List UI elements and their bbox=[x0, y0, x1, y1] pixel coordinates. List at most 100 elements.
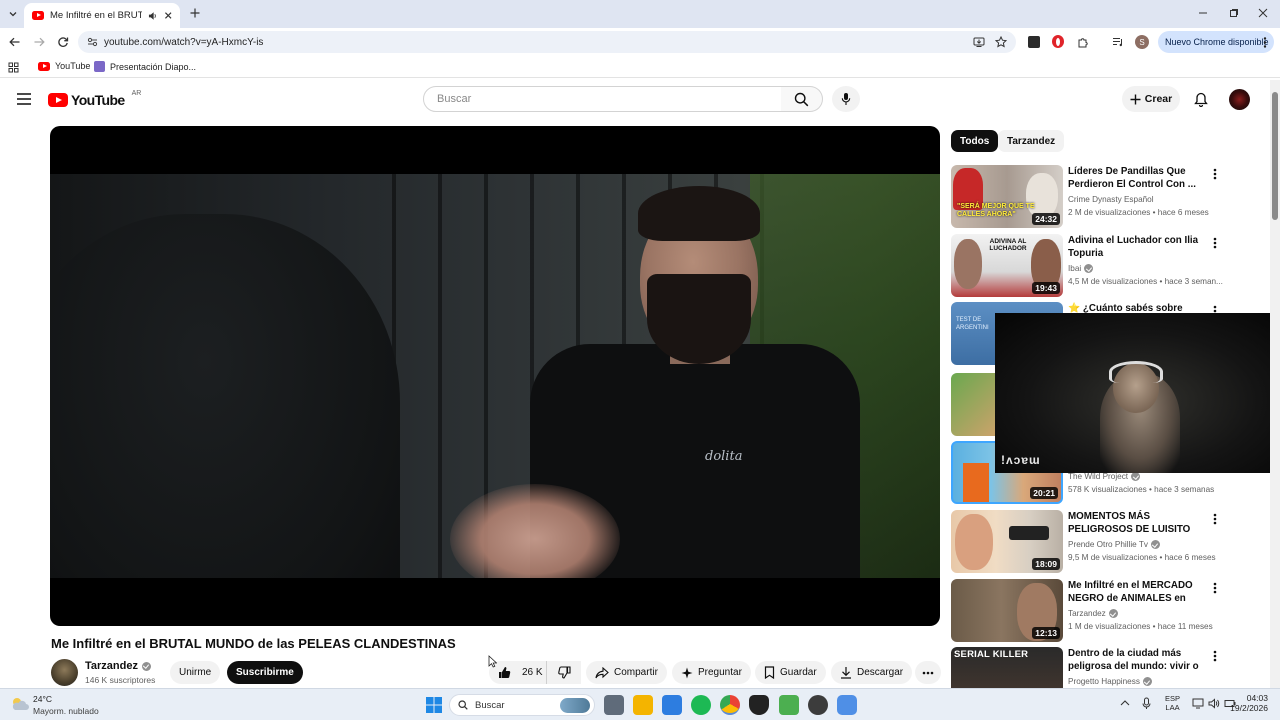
more-vert-icon[interactable] bbox=[1210, 512, 1220, 526]
search-button[interactable] bbox=[781, 86, 823, 112]
minimize-window-icon[interactable] bbox=[1198, 8, 1208, 18]
page-scrollbar[interactable] bbox=[1270, 80, 1280, 688]
spotify-icon[interactable] bbox=[691, 695, 711, 715]
video-thumbnail[interactable]: "SERÁ MEJOR QUE TE CALLES AHORA" 24:32 bbox=[951, 165, 1063, 228]
recommended-video[interactable]: SERIAL KILLER Dentro de la ciudad más pe… bbox=[951, 647, 1231, 688]
chrome-update-button[interactable]: Nuevo Chrome disponible bbox=[1158, 31, 1274, 53]
app-icon[interactable] bbox=[837, 695, 857, 715]
opera-extension-icon[interactable] bbox=[1052, 35, 1064, 48]
video-title[interactable]: Adivina el Luchador con Ilia Topuria bbox=[1068, 234, 1208, 260]
extensions-puzzle-icon[interactable] bbox=[1077, 36, 1089, 48]
more-vert-icon[interactable] bbox=[1263, 37, 1267, 48]
site-info-icon[interactable] bbox=[87, 37, 98, 47]
channel-name[interactable]: Progetto Happiness bbox=[1068, 677, 1140, 686]
video-thumbnail[interactable]: 18:09 bbox=[951, 510, 1063, 573]
recommended-video[interactable]: 12:13 Me Infiltré en el MERCADO NEGRO de… bbox=[951, 579, 1231, 643]
apps-grid-icon[interactable] bbox=[8, 62, 19, 73]
channel-row[interactable]: Prende Otro Phillie Tv bbox=[1068, 540, 1160, 549]
reload-icon[interactable] bbox=[57, 36, 69, 48]
bookmark-presentacion[interactable]: Presentación Diapo... bbox=[94, 61, 196, 72]
task-view-icon[interactable] bbox=[604, 695, 624, 715]
channel-row[interactable]: Progetto Happiness bbox=[1068, 677, 1152, 686]
menu-icon[interactable] bbox=[17, 93, 31, 105]
chevron-up-icon[interactable] bbox=[1120, 699, 1130, 707]
video-thumbnail[interactable]: ADIVINA AL LUCHADOR 19:43 bbox=[951, 234, 1063, 297]
recommended-video[interactable]: ADIVINA AL LUCHADOR 19:43 Adivina el Luc… bbox=[951, 234, 1231, 298]
video-thumbnail[interactable]: SERIAL KILLER bbox=[951, 647, 1063, 688]
store-icon[interactable] bbox=[662, 695, 682, 715]
speaker-icon[interactable] bbox=[148, 11, 157, 21]
video-title[interactable]: Líderes De Pandillas Que Perdieron El Co… bbox=[1068, 165, 1208, 191]
channel-name[interactable]: Ibai bbox=[1068, 264, 1081, 273]
channel-name-row[interactable]: Tarzandez bbox=[85, 660, 151, 672]
volume-icon[interactable] bbox=[1208, 698, 1220, 709]
ask-button[interactable]: Preguntar bbox=[672, 661, 751, 684]
browser-tab-active[interactable]: Me Infiltré en el BRUTAL MUNDO bbox=[24, 3, 180, 28]
new-tab-icon[interactable] bbox=[189, 7, 201, 19]
channel-name[interactable]: The Wild Project bbox=[1068, 472, 1128, 481]
channel-row[interactable]: Tarzandez bbox=[1068, 609, 1118, 618]
dislike-button[interactable] bbox=[546, 661, 581, 684]
back-icon[interactable] bbox=[9, 36, 21, 48]
language-indicator[interactable]: ESP LAA bbox=[1165, 694, 1180, 712]
search-input[interactable]: Buscar bbox=[423, 86, 782, 112]
recommended-video[interactable]: "SERÁ MEJOR QUE TE CALLES AHORA" 24:32 L… bbox=[951, 165, 1231, 229]
steam-icon[interactable] bbox=[808, 695, 828, 715]
windows-start-icon[interactable] bbox=[425, 696, 443, 714]
clock[interactable]: 04:03 19/2/2026 bbox=[1226, 693, 1268, 713]
chip-tarzandez[interactable]: Tarzandez bbox=[998, 130, 1065, 152]
more-vert-icon[interactable] bbox=[1210, 649, 1220, 663]
media-queue-icon[interactable] bbox=[1112, 36, 1124, 48]
chrome-icon[interactable] bbox=[720, 695, 740, 715]
chip-label: Todos bbox=[960, 135, 990, 147]
install-app-icon[interactable] bbox=[973, 36, 985, 48]
profile-avatar[interactable]: S bbox=[1135, 35, 1149, 49]
more-actions-button[interactable] bbox=[915, 661, 941, 684]
channel-row[interactable]: Ibai bbox=[1068, 264, 1094, 273]
more-vert-icon[interactable] bbox=[1210, 581, 1220, 595]
video-title[interactable]: Dentro de la ciudad más peligrosa del mu… bbox=[1068, 647, 1208, 674]
minecraft-icon[interactable] bbox=[779, 695, 799, 715]
close-tab-icon[interactable] bbox=[164, 11, 172, 20]
network-icon[interactable] bbox=[1192, 698, 1204, 709]
weather-cloud-icon[interactable] bbox=[10, 696, 30, 712]
video-title[interactable]: Me Infiltré en el MERCADO NEGRO de ANIMA… bbox=[1068, 579, 1208, 606]
address-bar[interactable]: youtube.com/watch?v=yA-HxmcY-is bbox=[78, 31, 1016, 53]
video-thumbnail[interactable]: 12:13 bbox=[951, 579, 1063, 642]
channel-row[interactable]: Crime Dynasty Español bbox=[1068, 195, 1154, 204]
notifications-bell-icon[interactable] bbox=[1194, 92, 1208, 107]
extension-dark-icon[interactable] bbox=[1028, 36, 1040, 48]
youtube-logo[interactable]: YouTube AR bbox=[48, 90, 141, 108]
share-button[interactable]: Compartir bbox=[586, 661, 667, 684]
video-title[interactable]: MOMENTOS MÁS PELIGROSOS DE LUISITO COMUN… bbox=[1068, 510, 1208, 537]
join-button[interactable]: Unirme bbox=[170, 661, 221, 684]
chip-todos[interactable]: Todos bbox=[951, 130, 999, 152]
more-vert-icon[interactable] bbox=[1210, 236, 1220, 250]
microphone-tray-icon[interactable] bbox=[1142, 697, 1151, 710]
voice-search-button[interactable] bbox=[832, 86, 860, 112]
forward-icon[interactable] bbox=[33, 36, 45, 48]
scrollbar-thumb[interactable] bbox=[1272, 92, 1278, 220]
file-explorer-icon[interactable] bbox=[633, 695, 653, 715]
bookmark-youtube[interactable]: YouTube bbox=[38, 61, 90, 71]
channel-row[interactable]: The Wild Project bbox=[1068, 472, 1141, 481]
restore-window-icon[interactable] bbox=[1229, 8, 1239, 18]
tab-search-icon[interactable] bbox=[7, 8, 19, 20]
subscribe-button[interactable]: Suscribirme bbox=[227, 661, 303, 684]
more-vert-icon[interactable] bbox=[1210, 167, 1220, 181]
save-button[interactable]: Guardar bbox=[755, 661, 826, 684]
channel-name[interactable]: Tarzandez bbox=[1068, 609, 1106, 618]
recommended-video[interactable]: 18:09 MOMENTOS MÁS PELIGROSOS DE LUISITO… bbox=[951, 510, 1231, 574]
taskbar-search[interactable]: Buscar bbox=[449, 694, 595, 716]
channel-name[interactable]: Prende Otro Phillie Tv bbox=[1068, 540, 1148, 549]
account-avatar[interactable] bbox=[1229, 89, 1250, 110]
channel-avatar[interactable] bbox=[51, 659, 78, 686]
video-player[interactable]: dolita bbox=[50, 126, 940, 626]
shield-app-icon[interactable] bbox=[749, 695, 769, 715]
download-button[interactable]: Descargar bbox=[831, 661, 913, 684]
create-button[interactable]: Crear bbox=[1122, 86, 1180, 112]
channel-name[interactable]: Tarzandez bbox=[85, 660, 138, 672]
bookmark-star-icon[interactable] bbox=[995, 36, 1007, 48]
close-window-icon[interactable] bbox=[1258, 8, 1268, 18]
channel-name[interactable]: Crime Dynasty Español bbox=[1068, 195, 1154, 204]
